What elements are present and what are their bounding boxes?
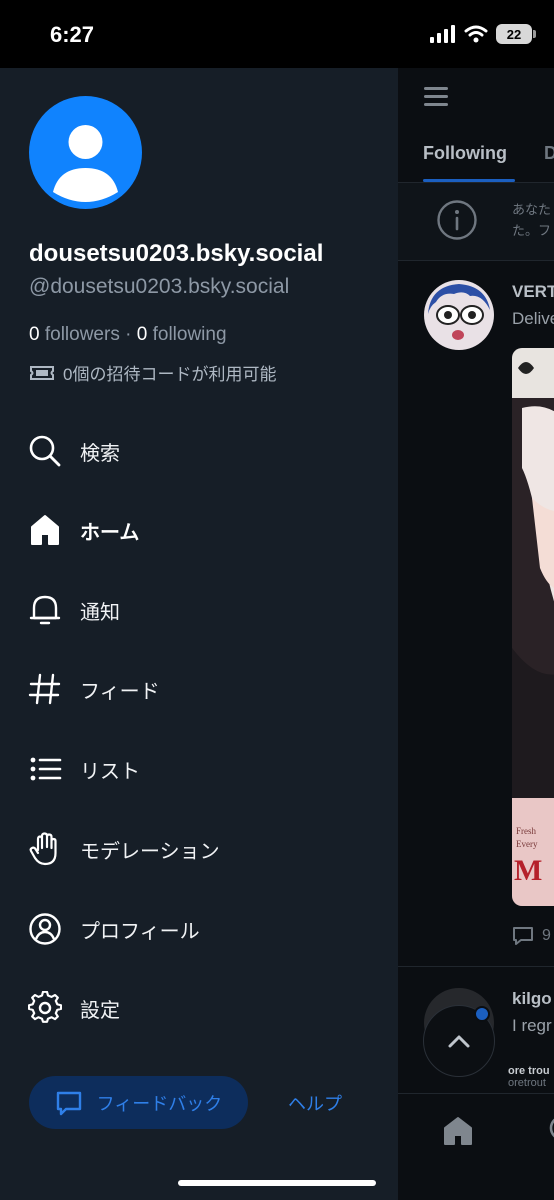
invite-codes[interactable]: 0個の招待コードが利用可能 (29, 360, 276, 385)
invite-text: 0個の招待コードが利用可能 (63, 365, 277, 384)
post-image[interactable]: Fresh Every M (512, 348, 554, 906)
nav-item-search[interactable]: 検索 (26, 425, 366, 477)
battery-icon: 22 (496, 24, 536, 44)
notice-line-1: あなた (512, 202, 552, 217)
help-link[interactable]: ヘルプ (288, 1090, 342, 1116)
user-circle-icon (26, 910, 64, 948)
hand-icon (26, 830, 64, 868)
tab-next[interactable]: D (544, 143, 554, 164)
post-author-2[interactable]: kilgo (512, 989, 552, 1009)
search-icon (26, 432, 64, 470)
status-time: 6:27 (50, 22, 95, 47)
list-icon (26, 750, 64, 788)
gear-icon (26, 989, 64, 1027)
nav-item-moderation[interactable]: モデレーション (26, 823, 366, 875)
post-snippet-line-2: oretrout (508, 1077, 546, 1089)
bell-icon (26, 591, 64, 629)
reply-count: 9 (542, 927, 551, 944)
post-text: Delive (512, 309, 554, 328)
feedback-label: フィードバック (96, 1093, 223, 1114)
post-snippet: ore trou oretrout (508, 1065, 550, 1089)
reply-icon (513, 927, 533, 945)
post-author[interactable]: VERT (512, 282, 554, 302)
home-indicator (178, 1180, 376, 1186)
notice-line-2: た。フ (512, 223, 552, 238)
feedback-button[interactable]: フィードバック (29, 1076, 248, 1129)
signal-icon (430, 25, 455, 43)
ticket-icon (30, 365, 54, 380)
hamburger-menu-icon[interactable] (424, 86, 450, 113)
following-label: following (152, 324, 227, 345)
chat-bubble-icon (56, 1091, 81, 1115)
nav-label-notifications: 通知 (80, 601, 120, 624)
post-avatar[interactable] (424, 280, 494, 350)
stats-separator: · (125, 324, 132, 345)
status-icons: 22 (430, 24, 536, 44)
home-icon (26, 511, 64, 549)
bottom-tab-bar (398, 1093, 554, 1200)
svg-text:Every: Every (516, 839, 538, 849)
nav-item-feeds[interactable]: フィード (26, 663, 366, 715)
follow-stats[interactable]: 0 followers · 0 following (29, 324, 227, 346)
new-posts-dot (474, 1006, 490, 1022)
nav-item-notifications[interactable]: 通知 (26, 584, 366, 636)
nav-label-feeds: フィード (80, 680, 160, 703)
nav-item-home[interactable]: ホーム (26, 504, 366, 556)
feed-background: Following D あなた た。フ VERT Delive (398, 68, 554, 1200)
bottom-home-icon[interactable] (441, 1114, 475, 1153)
info-icon (437, 200, 477, 240)
followers-label: followers (44, 324, 120, 345)
display-name: dousetsu0203.bsky.social (29, 240, 324, 267)
default-avatar-icon (53, 125, 118, 202)
notice-text: あなた た。フ (512, 199, 554, 241)
post-text-2: I regr (512, 1016, 552, 1035)
nav-label-settings: 設定 (80, 999, 120, 1022)
wifi-icon (464, 25, 488, 43)
bottom-search-icon[interactable] (548, 1114, 554, 1153)
nav-label-search: 検索 (80, 442, 120, 465)
hash-icon (26, 670, 64, 708)
post-snippet-line-1: ore trou (508, 1065, 550, 1077)
post-divider (398, 966, 554, 967)
avatar[interactable] (29, 96, 142, 209)
side-drawer: dousetsu0203.bsky.social @dousetsu0203.b… (0, 68, 398, 1200)
chevron-up-icon (448, 1035, 470, 1048)
profile-handle: @dousetsu0203.bsky.social (29, 275, 290, 298)
reply-action[interactable]: 9 (512, 926, 551, 946)
status-bar: 6:27 22 (0, 0, 554, 68)
nav-label-lists: リスト (80, 760, 140, 783)
nav-item-lists[interactable]: リスト (26, 743, 366, 795)
tab-following[interactable]: Following (423, 143, 507, 164)
svg-text:M: M (514, 854, 542, 887)
notice-banner: あなた た。フ (398, 183, 554, 261)
nav-label-profile: プロフィール (80, 920, 200, 943)
nav-label-home: ホーム (80, 521, 140, 544)
followers-count: 0 (29, 324, 40, 345)
svg-text:Fresh: Fresh (516, 826, 536, 836)
following-count: 0 (136, 324, 148, 345)
nav-item-settings[interactable]: 設定 (26, 982, 366, 1034)
nav-label-moderation: モデレーション (80, 840, 220, 863)
nav-item-profile[interactable]: プロフィール (26, 903, 366, 955)
